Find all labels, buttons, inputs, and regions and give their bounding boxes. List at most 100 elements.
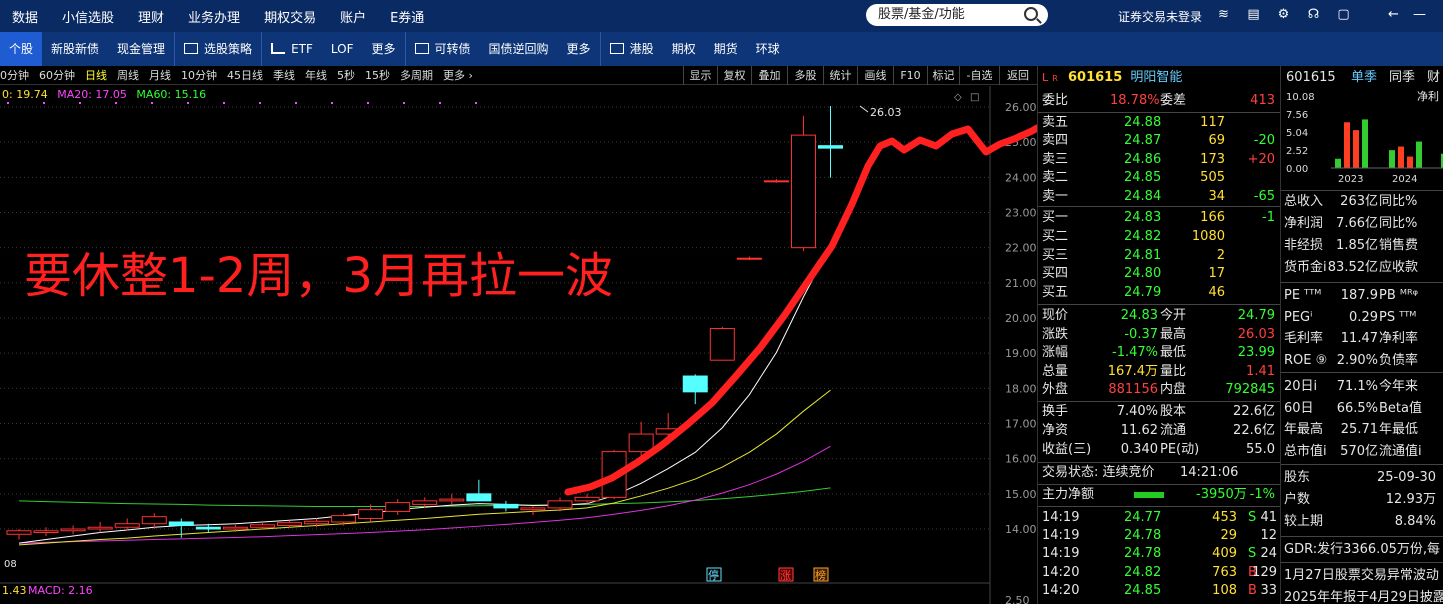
btn-remove-favorite[interactable]: -自选: [959, 66, 999, 85]
period-15sec[interactable]: 15秒: [365, 67, 390, 83]
event-marker-limitup[interactable]: 涨: [780, 569, 791, 582]
ask-row: 卖四 24.87 69 -20: [1038, 132, 1281, 150]
candlestick-chart[interactable]: 26.0025.0024.0023.0022.0021.0020.0019.00…: [0, 86, 1037, 604]
bid-price: 24.83: [1124, 210, 1162, 225]
search-placeholder: 股票/基金/功能: [878, 7, 965, 22]
btn-f10[interactable]: F10: [893, 66, 927, 85]
login-status[interactable]: 证券交易未登录: [1118, 8, 1202, 25]
tab-more-1[interactable]: 更多: [363, 32, 405, 66]
tab-etf[interactable]: ETF: [262, 32, 322, 66]
chat-icon[interactable]: ▢: [1336, 7, 1351, 22]
ask-change: -65: [1253, 188, 1275, 204]
finance-value: 263亿: [1340, 194, 1378, 209]
btn-back[interactable]: 返回: [999, 66, 1036, 85]
tab-finance[interactable]: 财: [1427, 68, 1440, 88]
menu-item-wealth[interactable]: 理财: [138, 7, 164, 26]
square-icon[interactable]: □: [970, 92, 979, 103]
tab-global[interactable]: 环球: [747, 32, 789, 66]
period-yearly[interactable]: 年线: [305, 67, 327, 83]
menu-item-options-trade[interactable]: 期权交易: [264, 7, 316, 26]
top-dot: [43, 102, 45, 104]
menu-item-account[interactable]: 账户: [340, 7, 366, 26]
left-edge-label: 08: [4, 559, 17, 570]
finance-bar-2024: [1398, 146, 1404, 168]
period-more[interactable]: 更多 ›: [443, 67, 473, 83]
finance-bar-2023: [1362, 119, 1368, 168]
ask-volume: 69: [1208, 133, 1225, 149]
event-marker-halt[interactable]: 停: [708, 568, 719, 582]
tab-hk[interactable]: 港股: [601, 32, 663, 66]
period-45day[interactable]: 45日线: [227, 67, 263, 83]
search-icon[interactable]: [1024, 7, 1038, 21]
back-arrow-icon[interactable]: ←: [1386, 7, 1401, 22]
stat-label: 外盘: [1042, 382, 1069, 398]
tab-cash-management[interactable]: 现金管理: [108, 32, 174, 66]
tab-reverse-repo[interactable]: 国债逆回购: [480, 32, 558, 66]
tab-more-2[interactable]: 更多: [558, 32, 600, 66]
tab-strategy[interactable]: 选股策略: [175, 32, 261, 66]
search-input[interactable]: 股票/基金/功能: [866, 4, 1048, 26]
bid-row: 买一 24.83 166 -1: [1038, 209, 1281, 227]
quote-name[interactable]: 明阳智能: [1130, 70, 1182, 85]
period-60min[interactable]: 60分钟: [39, 67, 75, 83]
news-2[interactable]: 2025年年报于4月29日披露: [1284, 588, 1443, 604]
btn-draw[interactable]: 画线: [857, 66, 893, 85]
period-multi[interactable]: 多周期: [400, 67, 433, 83]
btn-display[interactable]: 显示: [683, 66, 717, 85]
period-daily[interactable]: 日线: [85, 67, 107, 83]
tab-single-quarter[interactable]: 单季: [1351, 68, 1377, 88]
period-monthly[interactable]: 月线: [149, 67, 171, 83]
finance-row: 非经损 1.85亿 销售费: [1281, 236, 1443, 256]
diamond-icon[interactable]: ◇: [954, 92, 962, 103]
period-quarterly[interactable]: 季线: [273, 67, 295, 83]
weibi-value: 18.78%: [1110, 93, 1160, 108]
tick-count: 24: [1260, 546, 1277, 562]
ask-change: +20: [1247, 151, 1275, 167]
tab-hk-label: 港股: [629, 42, 654, 56]
menu-item-data[interactable]: 数据: [12, 7, 38, 26]
divider: [1038, 401, 1281, 402]
top-dot: [475, 102, 477, 104]
period-5sec[interactable]: 5秒: [337, 67, 355, 83]
finance-bar-chart[interactable]: 10.08 7.56 5.04 2.52 0.00 2023 2024: [1281, 88, 1443, 188]
tab-new-shares[interactable]: 新股新债: [42, 32, 108, 66]
bid-row: 买五 24.79 46: [1038, 284, 1281, 302]
headset-icon[interactable]: ☊: [1306, 7, 1321, 22]
minimize-icon[interactable]: —: [1412, 7, 1427, 22]
btn-adjust[interactable]: 复权: [717, 66, 751, 85]
news-1[interactable]: 1月27日股票交易异常波动: [1284, 566, 1439, 586]
menu-item-stock-picker[interactable]: 小信选股: [62, 7, 114, 26]
bid-label: 买一: [1042, 210, 1069, 225]
news-row-1[interactable]: 1月27日股票交易异常波动: [1281, 566, 1443, 586]
price-tick-label: 19.00: [1005, 347, 1037, 360]
menu-item-e-quan[interactable]: E券通: [390, 7, 424, 26]
period-0min[interactable]: 0分钟: [0, 67, 29, 83]
finance-label: 货币金i: [1284, 260, 1327, 275]
news-row-2[interactable]: 2025年年报于4月29日披露: [1281, 588, 1443, 604]
btn-mark[interactable]: 标记: [927, 66, 959, 85]
tab-stock[interactable]: 个股: [0, 32, 43, 66]
btn-stats[interactable]: 统计: [823, 66, 857, 85]
tab-lof[interactable]: LOF: [322, 32, 363, 66]
stat2-value-2: 22.6亿: [1233, 423, 1275, 439]
candle-body: [358, 509, 384, 519]
tab-convertible[interactable]: 可转债: [406, 32, 480, 66]
btn-multi-stock[interactable]: 多股: [787, 66, 823, 85]
document-icon[interactable]: ▤: [1246, 7, 1261, 22]
ask-volume: 117: [1200, 115, 1225, 130]
menu-item-services[interactable]: 业务办理: [188, 7, 240, 26]
tab-futures[interactable]: 期货: [705, 32, 747, 66]
finance-label: PE ᵀᵀᴹ: [1284, 288, 1322, 303]
stat-label: 涨跌: [1042, 326, 1069, 342]
divider: [1038, 112, 1281, 113]
trade-status-row: 交易状态: 连续竞价 14:21:06: [1038, 464, 1281, 482]
tab-options[interactable]: 期权: [663, 32, 705, 66]
period-weekly[interactable]: 周线: [117, 67, 139, 83]
event-marker-list[interactable]: 榜: [815, 568, 826, 582]
stat-value-2: 26.03: [1237, 326, 1275, 342]
gear-icon[interactable]: ⚙: [1276, 7, 1291, 22]
layers-icon[interactable]: ≋: [1216, 7, 1231, 22]
btn-overlay[interactable]: 叠加: [751, 66, 787, 85]
period-10min[interactable]: 10分钟: [181, 67, 217, 83]
tab-same-quarter[interactable]: 同季: [1389, 68, 1415, 88]
